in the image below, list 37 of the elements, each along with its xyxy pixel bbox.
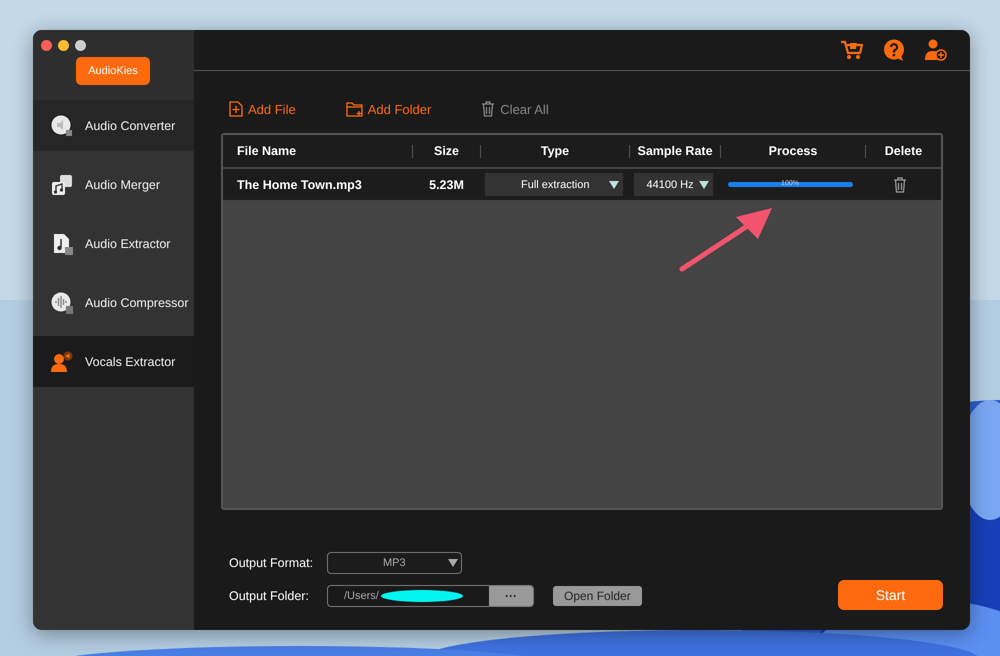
column-header: Size [413, 144, 481, 158]
cart-icon[interactable] [841, 40, 863, 60]
add-file-icon [229, 101, 243, 117]
trash-icon [481, 101, 496, 117]
person-speaker-icon [51, 350, 73, 372]
column-header: Delete [884, 144, 924, 158]
sidebar-item[interactable]: Audio Converter [33, 100, 194, 151]
caret-icon [698, 180, 708, 188]
waveform-disc-icon [51, 292, 73, 314]
column-header: Process [721, 144, 866, 158]
type-dropdown[interactable]: Full extraction [485, 173, 623, 196]
caret-icon [609, 180, 619, 188]
column-header: Sample Rate [630, 144, 721, 158]
caret-icon [448, 559, 458, 567]
music-file-icon [51, 232, 73, 254]
sample-rate-dropdown[interactable]: 44100 Hz [634, 173, 712, 196]
field-label: Output Folder: [229, 589, 310, 603]
speaker-disc-icon [51, 114, 73, 136]
close-button[interactable] [41, 40, 52, 51]
field-label: Output Format: [229, 556, 314, 570]
help-icon[interactable] [883, 39, 905, 61]
table-cell-text: 5.23M [428, 178, 465, 192]
format-dropdown[interactable]: MP3 [327, 552, 462, 574]
minimize-button[interactable] [58, 40, 69, 51]
brand-badge: AudioKies [76, 57, 150, 85]
column-header: Type [481, 144, 630, 158]
add-user-icon[interactable] [925, 39, 947, 61]
table-cell-text: The Home Town.mp3 [236, 178, 363, 192]
sidebar-item[interactable]: Vocals Extractor [33, 336, 194, 387]
delete-icon[interactable] [892, 176, 906, 192]
zoom-button[interactable] [75, 40, 86, 51]
column-header: File Name [223, 144, 413, 158]
music-notes-icon [51, 174, 73, 196]
open-folder-button[interactable]: Open Folder [553, 586, 642, 606]
toolbar-button[interactable]: Add Folder [346, 99, 432, 119]
add-folder-icon [346, 102, 363, 116]
toolbar-button[interactable]: Add File [229, 99, 296, 119]
